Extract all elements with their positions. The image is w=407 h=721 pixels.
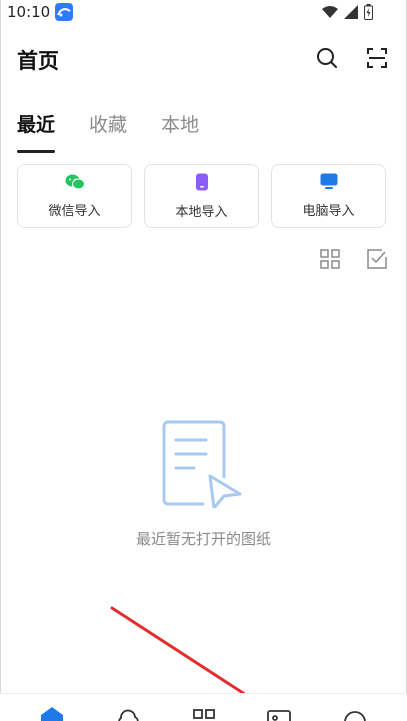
page-title: 首页 (17, 49, 59, 73)
scan-icon[interactable] (366, 47, 388, 69)
tab-bar: 最近 收藏 本地 (17, 110, 199, 153)
grid-view-icon[interactable] (320, 249, 340, 269)
tab-favorites[interactable]: 收藏 (89, 110, 127, 137)
document-icon (160, 418, 244, 512)
battery-icon (364, 4, 373, 20)
computer-import-button[interactable]: 电脑导入 (271, 164, 386, 228)
computer-import-label: 电脑导入 (302, 204, 355, 219)
phone-icon (195, 173, 209, 195)
profile-icon[interactable] (343, 706, 367, 721)
signal-icon (344, 5, 358, 19)
bottom-navigation (0, 693, 407, 721)
tab-recent[interactable]: 最近 (17, 110, 56, 153)
monitor-icon (320, 173, 338, 194)
local-import-button[interactable]: 本地导入 (144, 164, 259, 228)
app-icon (55, 3, 73, 21)
status-icons (322, 4, 373, 20)
gallery-icon[interactable] (267, 706, 291, 721)
cloud-icon[interactable] (116, 706, 140, 721)
wifi-icon (322, 6, 338, 18)
status-bar: 10:10 (0, 0, 407, 26)
select-check-icon[interactable] (367, 249, 387, 269)
status-time: 10:10 (7, 3, 51, 21)
import-options: 微信导入 本地导入 电脑导入 (17, 164, 386, 228)
search-icon[interactable] (316, 47, 338, 69)
apps-icon[interactable] (192, 706, 216, 721)
wechat-import-button[interactable]: 微信导入 (17, 164, 132, 228)
wechat-icon (65, 174, 85, 194)
home-icon[interactable] (40, 706, 64, 721)
tab-local[interactable]: 本地 (161, 110, 199, 137)
wechat-import-label: 微信导入 (48, 203, 101, 219)
local-import-label: 本地导入 (175, 204, 228, 220)
empty-state-message: 最近暂无打开的图纸 (135, 530, 271, 548)
